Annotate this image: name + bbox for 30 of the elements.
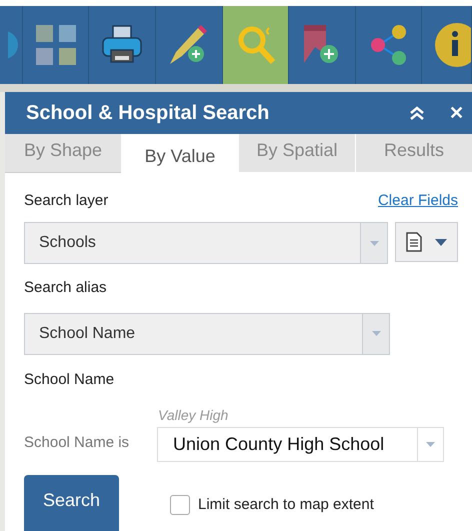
caret-icon bbox=[370, 240, 379, 246]
expression-label: School Name is bbox=[24, 432, 130, 452]
printer-icon bbox=[101, 24, 143, 66]
value-input[interactable]: Union County High School bbox=[157, 427, 444, 462]
panel-title: School & Hospital Search bbox=[26, 101, 270, 126]
field-label: Search alias bbox=[24, 278, 108, 298]
select-value: Schools bbox=[38, 233, 97, 253]
close-button[interactable]: ✕ bbox=[449, 100, 464, 127]
caret-icon bbox=[372, 331, 380, 336]
pencil-plus-icon bbox=[168, 24, 210, 66]
section-label: School Name bbox=[24, 370, 116, 390]
layer-select[interactable]: Schools bbox=[24, 222, 388, 264]
search-button[interactable]: Search bbox=[24, 475, 119, 531]
double-chevron-up-icon bbox=[409, 106, 425, 120]
share-icon bbox=[370, 25, 406, 65]
checkbox[interactable] bbox=[170, 495, 190, 516]
caret-icon bbox=[426, 442, 435, 447]
input-value: Union County High School bbox=[172, 433, 386, 456]
alias-select[interactable]: School Name bbox=[24, 312, 390, 354]
clear-fields-link[interactable]: Clear Fields bbox=[378, 190, 458, 212]
collapse-button[interactable] bbox=[409, 106, 425, 120]
field-label: Search layer bbox=[24, 190, 108, 211]
document-icon bbox=[406, 232, 422, 252]
caret-icon bbox=[434, 238, 447, 246]
checkbox-label: Limit search to map extent bbox=[198, 495, 374, 515]
select-value: School Name bbox=[38, 324, 136, 344]
bookmark-plus-icon bbox=[304, 25, 340, 65]
layer-options-button[interactable] bbox=[395, 222, 458, 262]
hint-text: Valley High bbox=[157, 406, 230, 425]
grid-icon bbox=[36, 25, 76, 65]
